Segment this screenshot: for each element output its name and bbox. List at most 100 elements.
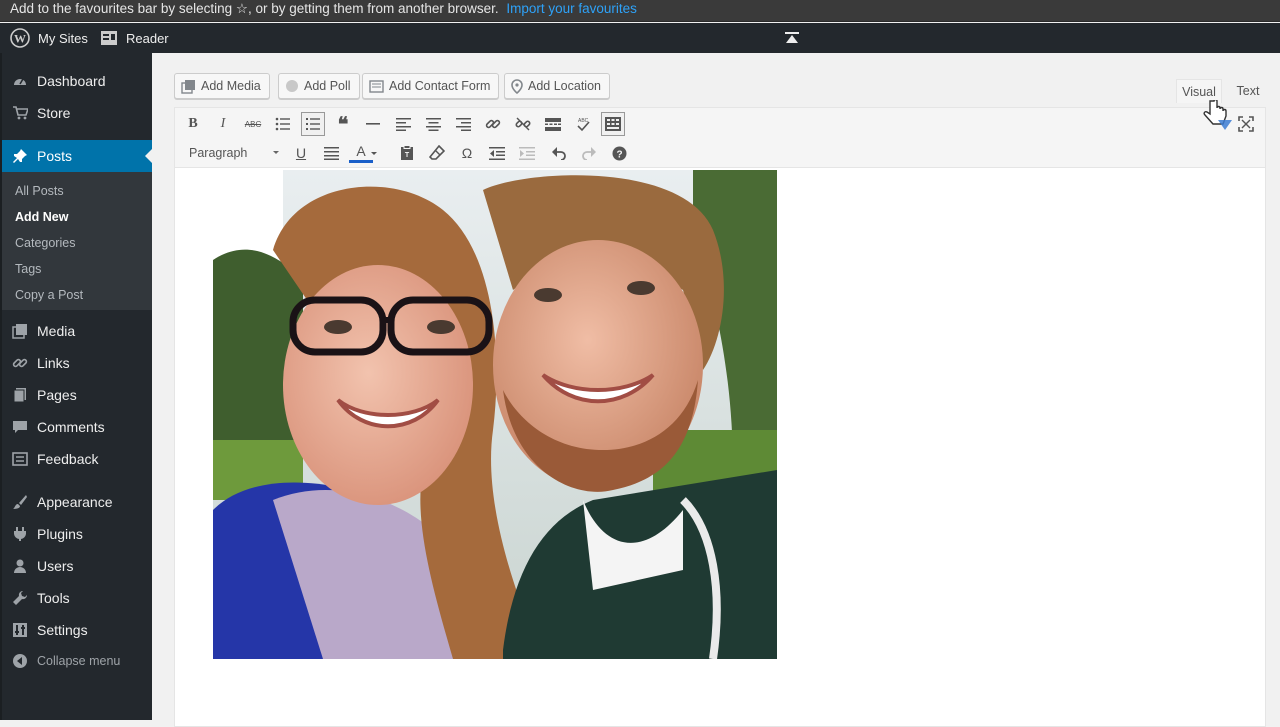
media-icon — [11, 322, 29, 340]
post-editor-area: Add Media Add Poll Add Contact Form Add … — [152, 53, 1280, 727]
menu-users[interactable]: Users — [2, 550, 152, 582]
add-media-button[interactable]: Add Media — [174, 73, 270, 99]
bulleted-list-button[interactable] — [271, 112, 295, 136]
submenu-categories[interactable]: Categories — [15, 236, 75, 250]
pages-icon — [11, 386, 29, 404]
admin-bar: W My Sites Reader — [0, 23, 1280, 53]
menu-dashboard[interactable]: Dashboard — [2, 65, 152, 97]
eraser-icon — [429, 145, 445, 160]
italic-button[interactable]: I — [211, 112, 235, 136]
horizontal-line-button[interactable] — [361, 112, 385, 136]
menu-appearance-label: Appearance — [37, 494, 113, 510]
collapse-menu-button[interactable]: Collapse menu — [2, 645, 152, 677]
add-contact-form-button[interactable]: Add Contact Form — [362, 73, 500, 99]
paintbrush-icon — [11, 493, 29, 511]
indent-icon — [519, 146, 535, 160]
align-left-icon — [395, 117, 411, 131]
import-favourites-link[interactable]: Import your favourites — [506, 1, 637, 16]
menu-posts[interactable]: Posts — [2, 140, 153, 172]
menu-plugins-label: Plugins — [37, 526, 83, 542]
dashboard-icon — [11, 72, 29, 90]
spellcheck-button[interactable]: ABC — [571, 112, 595, 136]
kitchen-sink-icon — [605, 117, 621, 131]
my-sites-menu[interactable]: W My Sites — [10, 23, 88, 53]
strikethrough-button[interactable]: ABC — [241, 112, 265, 136]
favourites-bar-text: Add to the favourites bar by selecting ☆… — [10, 1, 499, 16]
remove-link-button[interactable] — [511, 112, 535, 136]
menu-comments-label: Comments — [37, 419, 105, 435]
add-location-label: Add Location — [528, 79, 601, 93]
blockquote-button[interactable]: ❝ — [331, 112, 355, 136]
add-location-button[interactable]: Add Location — [504, 73, 610, 99]
numbered-list-button[interactable] — [301, 112, 325, 136]
toolbar-collapse-toggle[interactable] — [785, 30, 799, 46]
align-center-button[interactable] — [421, 112, 445, 136]
add-media-icon — [181, 79, 196, 94]
submenu-all-posts[interactable]: All Posts — [15, 184, 64, 198]
wrench-icon — [11, 589, 29, 607]
text-color-dropdown[interactable] — [367, 141, 381, 165]
editor-content[interactable] — [174, 167, 1266, 727]
menu-store[interactable]: Store — [2, 97, 152, 129]
menu-media[interactable]: Media — [2, 315, 152, 347]
menu-links[interactable]: Links — [2, 347, 152, 379]
insert-link-button[interactable] — [481, 112, 505, 136]
menu-dashboard-label: Dashboard — [37, 73, 106, 89]
contact-form-icon — [369, 79, 384, 93]
menu-plugins[interactable]: Plugins — [2, 518, 152, 550]
chain-link-icon — [485, 119, 501, 129]
menu-links-label: Links — [37, 355, 70, 371]
reader-menu[interactable]: Reader — [100, 23, 169, 53]
menu-feedback[interactable]: Feedback — [2, 443, 152, 475]
arrow-up-icon — [785, 32, 799, 43]
menu-tools[interactable]: Tools — [2, 582, 152, 614]
toolbar-toggle-button[interactable] — [601, 112, 625, 136]
add-media-label: Add Media — [201, 79, 261, 93]
menu-comments[interactable]: Comments — [2, 411, 152, 443]
distraction-free-button[interactable] — [1234, 112, 1258, 136]
quote-icon: ❝ — [337, 113, 349, 136]
justify-button[interactable] — [319, 141, 343, 165]
menu-store-label: Store — [37, 105, 71, 121]
outdent-icon — [489, 146, 505, 160]
my-sites-label: My Sites — [38, 30, 88, 46]
admin-sidebar: Dashboard Store Posts All Posts Add New … — [0, 53, 153, 720]
mouse-cursor-icon — [1202, 98, 1236, 139]
menu-users-label: Users — [37, 558, 74, 574]
help-button[interactable]: ? — [607, 141, 631, 165]
menu-appearance[interactable]: Appearance — [2, 486, 152, 518]
indent-button[interactable] — [515, 141, 539, 165]
special-character-button[interactable]: Ω — [455, 141, 479, 165]
submenu-tags[interactable]: Tags — [15, 262, 41, 276]
help-icon: ? — [612, 146, 626, 160]
menu-media-label: Media — [37, 323, 76, 339]
menu-settings[interactable]: Settings — [2, 614, 152, 646]
add-poll-button[interactable]: Add Poll — [278, 73, 360, 99]
chevron-down-icon — [371, 152, 377, 158]
align-right-button[interactable] — [451, 112, 475, 136]
spellcheck-icon: ABC — [577, 118, 590, 132]
post-photo[interactable] — [213, 170, 777, 659]
menu-pages[interactable]: Pages — [2, 379, 152, 411]
outdent-button[interactable] — [485, 141, 509, 165]
menu-settings-label: Settings — [37, 622, 88, 638]
format-select[interactable]: Paragraph — [185, 142, 283, 164]
format-select-value: Paragraph — [189, 146, 248, 160]
clear-formatting-button[interactable] — [425, 141, 449, 165]
submenu-add-new[interactable]: Add New — [15, 210, 68, 224]
read-more-icon — [545, 117, 561, 131]
align-right-icon — [455, 117, 471, 131]
couple-photo-image — [213, 170, 777, 659]
bullet-list-icon — [275, 117, 290, 131]
underline-button[interactable]: U — [289, 141, 313, 165]
submenu-copy-post[interactable]: Copy a Post — [15, 288, 83, 302]
paste-as-text-button[interactable]: T — [395, 141, 419, 165]
read-more-button[interactable] — [541, 112, 565, 136]
align-left-button[interactable] — [391, 112, 415, 136]
add-contact-form-label: Add Contact Form — [389, 79, 491, 93]
align-center-icon — [425, 117, 441, 131]
bold-button[interactable]: B — [181, 112, 205, 136]
undo-button[interactable] — [547, 141, 571, 165]
comment-icon — [11, 418, 29, 436]
redo-button[interactable] — [577, 141, 601, 165]
